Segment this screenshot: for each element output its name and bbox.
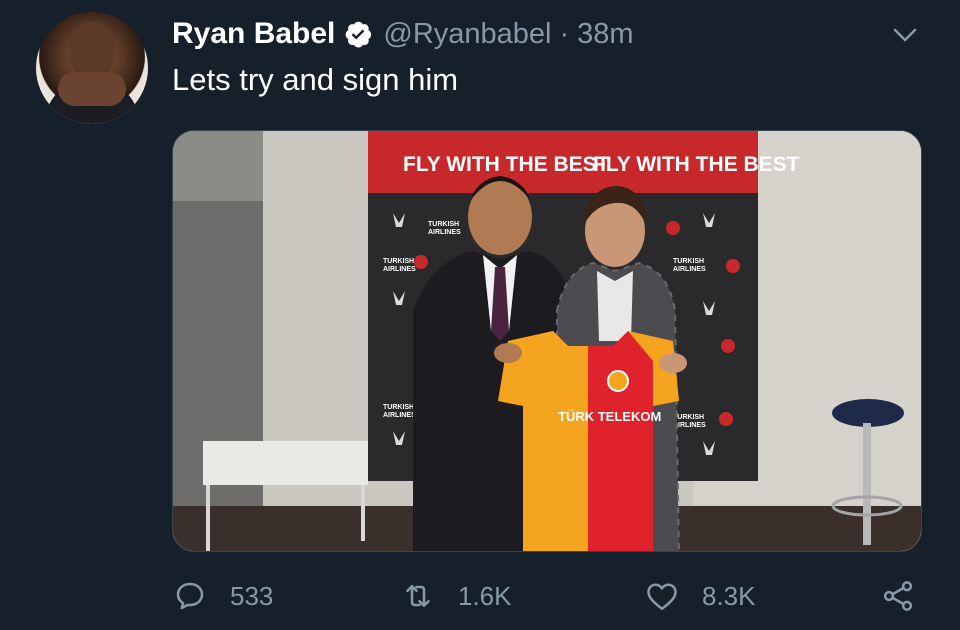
tweet-photo[interactable]: TURKISH AIRLINES TURKISH AIRLINES TURKISH A…	[172, 130, 922, 552]
timestamp[interactable]: 38m	[577, 18, 633, 51]
share-icon	[883, 581, 913, 611]
separator-dot: ·	[559, 17, 570, 50]
svg-text:TURKISH: TURKISH	[383, 404, 414, 411]
retweet-icon	[406, 584, 430, 608]
verified-badge-icon	[346, 21, 372, 48]
share-button[interactable]	[880, 574, 916, 618]
svg-text:TURKISH: TURKISH	[673, 258, 704, 265]
retweet-count: 1.6K	[458, 580, 512, 611]
svg-text:AIRLINES: AIRLINES	[673, 422, 706, 429]
photo-illustration: TURKISHAIRLINES TURKISHAIRLINES TURKISHA…	[173, 131, 921, 551]
svg-text:AIRLINES: AIRLINES	[428, 229, 461, 236]
like-count: 8.3K	[702, 580, 756, 611]
banner-text-right: FLY WITH THE BEST	[593, 153, 800, 176]
shirt-sponsor-text: TÜRK TELEKOM	[558, 409, 661, 424]
retweet-button[interactable]: 1.6K	[400, 574, 512, 618]
display-name[interactable]: Ryan Babel	[172, 17, 335, 51]
tweet-actions: 533 1.6K 8.3K	[172, 574, 932, 618]
svg-text:TURKISH: TURKISH	[428, 221, 459, 228]
reply-count: 533	[230, 580, 274, 611]
svg-text:TURKISH: TURKISH	[383, 258, 414, 265]
svg-text:AIRLINES: AIRLINES	[383, 412, 416, 419]
banner-text-left: FLY WITH THE BEST	[403, 153, 610, 176]
reply-button[interactable]: 533	[172, 574, 273, 618]
avatar[interactable]	[36, 12, 148, 124]
like-button[interactable]: 8.3K	[644, 574, 756, 618]
avatar-head	[70, 22, 114, 78]
heart-icon	[647, 583, 677, 611]
user-handle[interactable]: @Ryanbabel	[383, 18, 551, 51]
reply-icon	[176, 582, 204, 610]
svg-text:AIRLINES: AIRLINES	[383, 266, 416, 273]
tweet-header: Ryan Babel @Ryanbabel · 38m	[172, 14, 634, 54]
avatar-hands	[58, 72, 126, 106]
svg-text:AIRLINES: AIRLINES	[673, 266, 706, 273]
tweet-text: Lets try and sign him	[172, 62, 459, 97]
chevron-down-icon[interactable]	[890, 22, 920, 48]
